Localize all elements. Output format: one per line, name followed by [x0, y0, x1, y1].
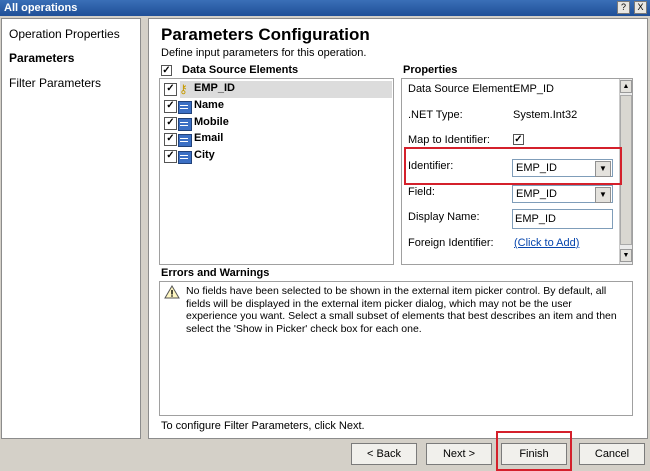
- status-text: To configure Filter Parameters, click Ne…: [161, 420, 365, 432]
- display-name-field[interactable]: [512, 209, 613, 229]
- display-name-label: Display Name:: [408, 211, 480, 223]
- scroll-up-icon[interactable]: ▲: [620, 80, 632, 93]
- page-title: Parameters Configuration: [161, 25, 370, 44]
- map-to-identifier-label: Map to Identifier:: [408, 134, 490, 146]
- data-source-element-value: EMP_ID: [513, 83, 554, 95]
- add-foreign-identifier-link[interactable]: (Click to Add): [514, 237, 579, 249]
- close-button[interactable]: X: [634, 1, 647, 14]
- tree-item-label: City: [194, 149, 215, 161]
- foreign-identifier-label: Foreign Identifier:: [408, 237, 494, 249]
- key-icon: ⚷: [179, 82, 188, 96]
- tree-item-label: Mobile: [194, 116, 229, 128]
- warning-icon: [164, 285, 180, 299]
- net-type-value: System.Int32: [513, 109, 578, 121]
- cancel-button[interactable]: Cancel: [579, 443, 645, 465]
- field-icon: [178, 134, 192, 147]
- data-source-element-label: Data Source Element:: [408, 83, 516, 95]
- field-icon: [178, 101, 192, 114]
- next-button[interactable]: Next >: [426, 443, 492, 465]
- page-subtitle: Define input parameters for this operati…: [161, 47, 367, 59]
- net-type-label: .NET Type:: [408, 109, 463, 121]
- map-to-identifier-checkbox[interactable]: ✓: [513, 134, 524, 145]
- item-checkbox[interactable]: ✓: [164, 150, 177, 163]
- title-bar: [0, 0, 650, 16]
- data-source-label: Data Source Elements: [182, 64, 299, 76]
- display-name-input[interactable]: [515, 211, 610, 227]
- warning-message: No fields have been selected to be shown…: [186, 285, 617, 335]
- finish-highlight: [496, 431, 572, 471]
- tree-item-label: EMP_ID: [194, 82, 235, 94]
- help-button[interactable]: ?: [617, 1, 630, 14]
- back-button[interactable]: < Back: [351, 443, 417, 465]
- select-all-checkbox[interactable]: ✓: [161, 65, 172, 76]
- errors-label: Errors and Warnings: [161, 267, 270, 279]
- scroll-down-icon[interactable]: ▼: [620, 249, 632, 262]
- nav-item-filter-parameters[interactable]: Filter Parameters: [9, 76, 101, 90]
- properties-label: Properties: [403, 64, 458, 76]
- tree-item-label: Email: [194, 132, 224, 144]
- field-value: EMP_ID: [516, 188, 557, 200]
- window-title: All operations: [4, 2, 78, 14]
- field-icon: [178, 118, 192, 131]
- field-dropdown[interactable]: EMP_ID ▼: [512, 185, 613, 203]
- nav-item-parameters[interactable]: Parameters: [9, 51, 74, 65]
- nav-item-operation-properties[interactable]: Operation Properties: [9, 27, 120, 41]
- field-label: Field:: [408, 186, 435, 198]
- item-checkbox[interactable]: ✓: [164, 117, 177, 130]
- field-icon: [178, 151, 192, 164]
- item-checkbox[interactable]: ✓: [164, 83, 177, 96]
- identifier-highlight: [404, 147, 622, 185]
- item-checkbox[interactable]: ✓: [164, 100, 177, 113]
- item-checkbox[interactable]: ✓: [164, 133, 177, 146]
- chevron-down-icon[interactable]: ▼: [595, 187, 611, 203]
- tree-item-label: Name: [194, 99, 224, 111]
